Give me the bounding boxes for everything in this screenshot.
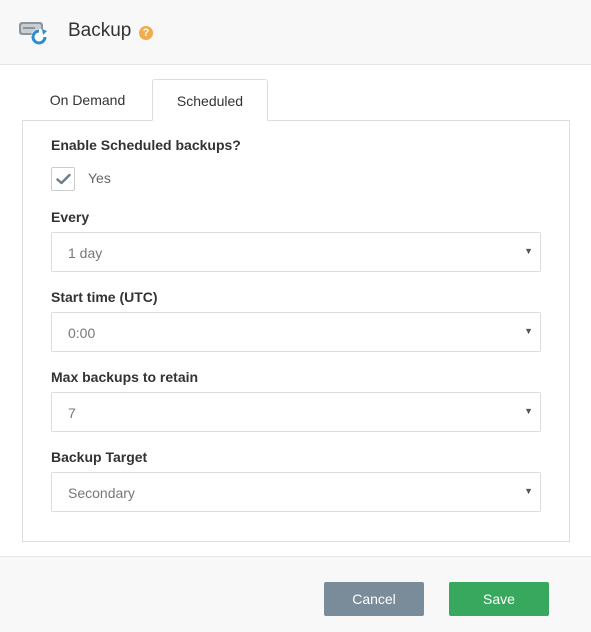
tab-on-demand[interactable]: On Demand (23, 79, 152, 121)
dialog-header: Backup ? (0, 0, 591, 65)
enable-scheduled-label: Enable Scheduled backups? (51, 137, 241, 153)
backup-target-select-value: Secondary (68, 485, 135, 501)
caret-down-icon: ▼ (524, 326, 533, 336)
page-title: Backup (68, 20, 132, 41)
start-time-select[interactable]: 0:00 ▼ (51, 312, 541, 352)
backup-target-select[interactable]: Secondary ▼ (51, 472, 541, 512)
cancel-button[interactable]: Cancel (324, 582, 424, 616)
max-backups-label: Max backups to retain (51, 369, 199, 385)
max-backups-select[interactable]: 7 ▼ (51, 392, 541, 432)
every-select-value: 1 day (68, 245, 103, 261)
max-backups-select-value: 7 (68, 405, 76, 421)
backup-drive-icon (19, 22, 47, 45)
save-button[interactable]: Save (449, 582, 549, 616)
caret-down-icon: ▼ (524, 246, 533, 256)
backup-target-label: Backup Target (51, 449, 148, 465)
enable-scheduled-checkbox[interactable] (51, 167, 75, 191)
start-time-select-value: 0:00 (68, 325, 96, 341)
every-select[interactable]: 1 day ▼ (51, 232, 541, 272)
caret-down-icon: ▼ (524, 406, 533, 416)
start-time-label: Start time (UTC) (51, 289, 158, 305)
tab-scheduled[interactable]: Scheduled (152, 79, 268, 121)
enable-scheduled-yes-label: Yes (88, 170, 111, 186)
every-label: Every (51, 209, 90, 225)
checkmark-icon (56, 173, 71, 185)
question-circle-icon[interactable]: ? (139, 26, 153, 40)
caret-down-icon: ▼ (524, 486, 533, 496)
